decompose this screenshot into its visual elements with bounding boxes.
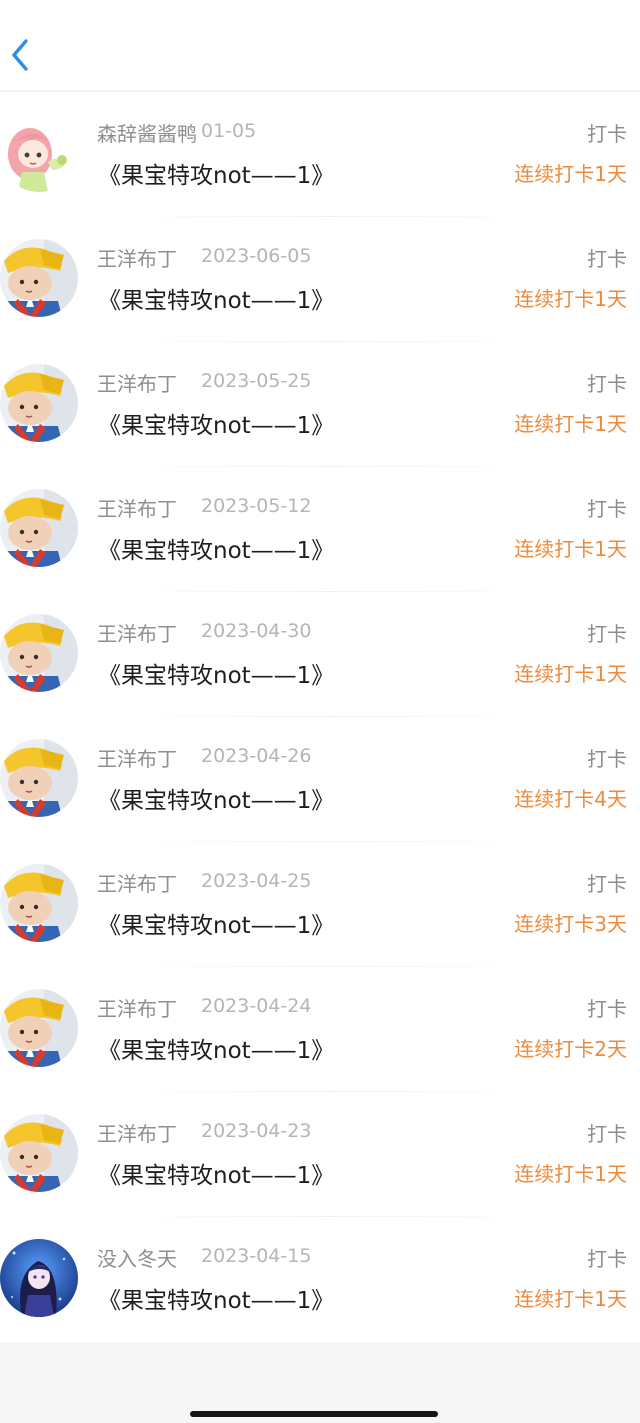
checkin-date: 2023-04-26 (201, 745, 312, 767)
user-nickname[interactable]: 王洋布丁 (97, 868, 177, 897)
home-indicator (190, 1411, 438, 1417)
avatar[interactable] (0, 614, 78, 692)
book-title[interactable]: 《果宝特攻not——1》 (98, 406, 334, 440)
avatar[interactable] (0, 1239, 78, 1317)
streak-badge: 连续打卡1天 (514, 537, 627, 561)
book-title[interactable]: 《果宝特攻not——1》 (98, 531, 334, 565)
checkin-record[interactable]: 王洋布丁 2023-04-30 《果宝特攻not——1》 打卡连续打卡1天 (0, 592, 640, 717)
checkin-date: 2023-06-05 (201, 245, 312, 267)
user-nickname[interactable]: 王洋布丁 (97, 493, 177, 522)
back-button[interactable] (0, 30, 40, 80)
avatar[interactable] (0, 864, 78, 942)
book-title[interactable]: 《果宝特攻not——1》 (98, 281, 334, 315)
checkin-label: 打卡 (587, 872, 627, 896)
streak-badge: 连续打卡1天 (514, 662, 627, 686)
checkin-date: 2023-05-12 (201, 495, 312, 517)
checkin-date: 2023-04-30 (201, 620, 312, 642)
checkin-record[interactable]: 王洋布丁 2023-04-23 《果宝特攻not——1》 打卡连续打卡1天 (0, 1092, 640, 1217)
checkin-label: 打卡 (587, 1247, 627, 1271)
user-nickname[interactable]: 王洋布丁 (97, 743, 177, 772)
checkin-date: 2023-04-24 (201, 995, 312, 1017)
user-nickname[interactable]: 王洋布丁 (97, 993, 177, 1022)
checkin-record[interactable]: 森辞酱酱鸭 01-05 《果宝特攻not——1》 打卡连续打卡1天 (0, 92, 640, 217)
streak-badge: 连续打卡4天 (514, 787, 627, 811)
user-nickname[interactable]: 没入冬天 (97, 1243, 177, 1272)
checkin-label: 打卡 (587, 372, 627, 396)
book-title[interactable]: 《果宝特攻not——1》 (98, 906, 334, 940)
checkin-record[interactable]: 王洋布丁 2023-04-24 《果宝特攻not——1》 打卡连续打卡2天 (0, 967, 640, 1092)
avatar[interactable] (0, 364, 78, 442)
checkin-label: 打卡 (587, 622, 627, 646)
checkin-label: 打卡 (587, 122, 627, 146)
book-title[interactable]: 《果宝特攻not——1》 (98, 656, 334, 690)
book-title[interactable]: 《果宝特攻not——1》 (98, 1281, 334, 1315)
checkin-label: 打卡 (587, 247, 627, 271)
streak-badge: 连续打卡3天 (514, 912, 627, 936)
avatar[interactable] (0, 114, 78, 192)
streak-badge: 连续打卡1天 (514, 287, 627, 311)
checkin-record[interactable]: 王洋布丁 2023-05-12 《果宝特攻not——1》 打卡连续打卡1天 (0, 467, 640, 592)
book-title[interactable]: 《果宝特攻not——1》 (98, 156, 334, 190)
streak-badge: 连续打卡2天 (514, 1037, 627, 1061)
avatar[interactable] (0, 739, 78, 817)
checkin-list: 森辞酱酱鸭 01-05 《果宝特攻not——1》 打卡 连续打卡1天 王洋布丁 2023-… (0, 92, 640, 1342)
streak-badge: 连续打卡1天 (514, 1287, 627, 1311)
checkin-date: 2023-04-23 (201, 1120, 312, 1142)
checkin-record[interactable]: 王洋布丁 2023-04-25 《果宝特攻not——1》 打卡连续打卡3天 (0, 842, 640, 967)
user-nickname[interactable]: 王洋布丁 (97, 243, 177, 272)
avatar[interactable] (0, 489, 78, 567)
checkin-date: 2023-05-25 (201, 370, 312, 392)
book-title[interactable]: 《果宝特攻not——1》 (98, 781, 334, 815)
user-nickname[interactable]: 王洋布丁 (97, 368, 177, 397)
book-title[interactable]: 《果宝特攻not——1》 (98, 1031, 334, 1065)
checkin-date: 01-05 (201, 120, 257, 142)
checkin-label: 打卡 (587, 997, 627, 1021)
chevron-left-icon (12, 39, 28, 71)
user-nickname[interactable]: 森辞酱酱鸭 (97, 118, 197, 147)
user-nickname[interactable]: 王洋布丁 (97, 1118, 177, 1147)
avatar[interactable] (0, 239, 78, 317)
checkin-label: 打卡 (587, 497, 627, 521)
checkin-record[interactable]: 王洋布丁 2023-04-26 《果宝特攻not——1》 打卡连续打卡4天 (0, 717, 640, 842)
checkin-record[interactable]: 王洋布丁 2023-06-05 《果宝特攻not——1》 打卡连续打卡1天 (0, 217, 640, 342)
checkin-record[interactable]: 王洋布丁 2023-05-25 《果宝特攻not——1》 打卡连续打卡1天 (0, 342, 640, 467)
nav-header (0, 0, 640, 90)
streak-badge: 连续打卡1天 (514, 412, 627, 436)
checkin-date: 2023-04-15 (201, 1245, 312, 1267)
avatar[interactable] (0, 989, 78, 1067)
streak-badge: 连续打卡1天 (514, 1162, 627, 1186)
user-nickname[interactable]: 王洋布丁 (97, 618, 177, 647)
streak-badge: 连续打卡1天 (514, 162, 627, 186)
checkin-date: 2023-04-25 (201, 870, 312, 892)
avatar[interactable] (0, 1114, 78, 1192)
book-title[interactable]: 《果宝特攻not——1》 (98, 1156, 334, 1190)
checkin-label: 打卡 (587, 1122, 627, 1146)
checkin-record[interactable]: 没入冬天 2023-04-15 《果宝特攻not——1》 打卡连续打卡1天 (0, 1217, 640, 1342)
checkin-label: 打卡 (587, 747, 627, 771)
